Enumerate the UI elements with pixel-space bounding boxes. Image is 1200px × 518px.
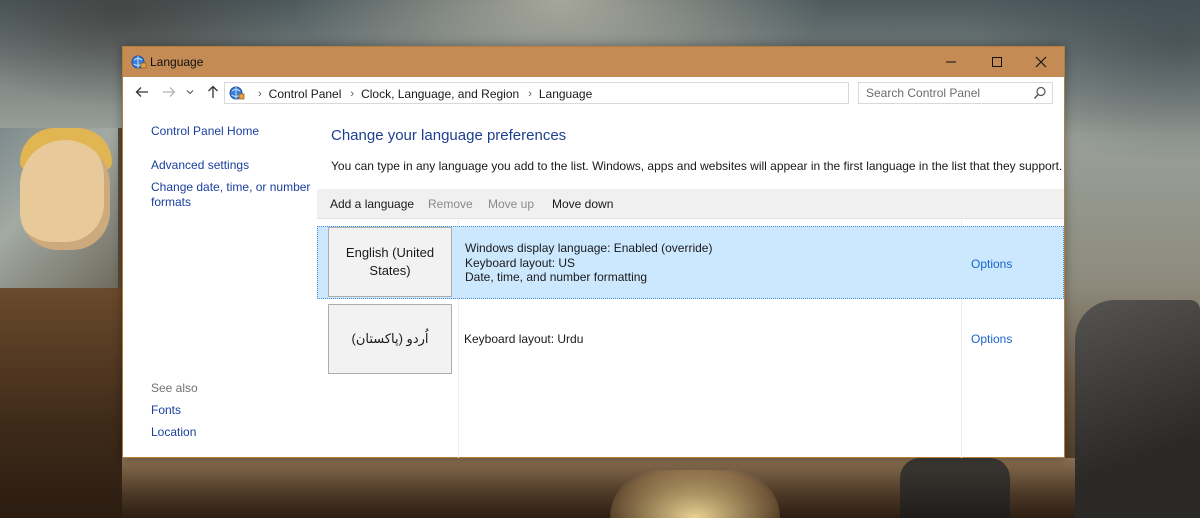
title-bar[interactable]: Language (123, 47, 1064, 77)
search-input[interactable] (859, 83, 1029, 103)
language-tile-urdu[interactable]: اُردو (پاکستان) (328, 304, 452, 374)
arrow-right-icon (163, 87, 176, 97)
recent-locations-button[interactable] (184, 83, 196, 101)
control-panel-icon (229, 86, 245, 100)
language-tile-english[interactable]: English (United States) (328, 227, 452, 297)
search-box (858, 82, 1053, 104)
language-detail-line: Date, time, and number formatting (465, 270, 648, 284)
close-icon (1035, 56, 1047, 68)
advanced-settings-link[interactable]: Advanced settings (151, 158, 311, 173)
breadcrumb-control-panel[interactable]: Control Panel (269, 87, 342, 101)
control-panel-home-link[interactable]: Control Panel Home (151, 124, 311, 139)
change-date-time-formats-link[interactable]: Change date, time, or number formats (151, 180, 311, 210)
move-down-button[interactable]: Move down (552, 197, 613, 211)
arrow-up-icon (208, 85, 218, 98)
language-globe-icon (131, 55, 147, 69)
language-row-urdu[interactable]: اُردو (پاکستان) Keyboard layout: Urdu Op… (317, 304, 1064, 378)
location-link[interactable]: Location (151, 425, 311, 440)
minimize-button[interactable] (928, 47, 974, 77)
remove-button[interactable]: Remove (428, 197, 473, 211)
language-details-english: Windows display language: Enabled (overr… (465, 241, 712, 285)
left-pane: Control Panel Home Advanced settings Cha… (123, 108, 317, 458)
close-button[interactable] (1018, 47, 1064, 77)
breadcrumb-language[interactable]: Language (539, 87, 592, 101)
maximize-button[interactable] (974, 47, 1020, 77)
address-bar[interactable]: › Control Panel › Clock, Language, and R… (224, 82, 945, 104)
see-also-heading: See also (151, 381, 198, 395)
maximize-icon (992, 57, 1002, 67)
language-detail-line: Keyboard layout: Urdu (464, 332, 584, 346)
wallpaper-rubble (0, 288, 122, 518)
page-description: You can type in any language you add to … (331, 159, 1063, 173)
breadcrumb-separator-icon: › (258, 88, 262, 100)
language-list: English (United States) Windows display … (317, 220, 1064, 458)
chevron-down-icon (186, 90, 194, 95)
back-button[interactable] (133, 83, 151, 101)
breadcrumb-separator-icon: › (528, 88, 532, 100)
navigation-bar: › Control Panel › Clock, Language, and R… (123, 77, 1064, 108)
breadcrumb-clock-language-region[interactable]: Clock, Language, and Region (361, 87, 519, 101)
minimize-icon (946, 61, 956, 63)
move-up-button[interactable]: Move up (488, 197, 534, 211)
language-row-english[interactable]: English (United States) Windows display … (317, 226, 1064, 299)
page-title: Change your language preferences (331, 127, 567, 144)
breadcrumb: › Control Panel › Clock, Language, and R… (249, 87, 592, 101)
language-detail-line: Windows display language: Enabled (overr… (465, 241, 713, 255)
language-detail-line: Keyboard layout: US (465, 255, 576, 270)
forward-button[interactable] (160, 83, 178, 101)
language-toolbar: Add a language Remove Move up Move down (317, 189, 1064, 219)
wallpaper-figure (20, 140, 110, 250)
add-language-button[interactable]: Add a language (330, 197, 414, 211)
up-button[interactable] (204, 83, 222, 101)
language-details-urdu: Keyboard layout: Urdu (464, 332, 583, 347)
language-window: Language › Control Panel › Clock, Langua… (122, 46, 1065, 458)
options-link-urdu[interactable]: Options (971, 332, 1012, 346)
arrow-left-icon (135, 87, 148, 97)
window-title: Language (150, 55, 204, 69)
breadcrumb-separator-icon: › (350, 88, 355, 100)
fonts-link[interactable]: Fonts (151, 403, 311, 418)
wallpaper-robot (900, 458, 1010, 518)
wallpaper-sun (610, 470, 780, 518)
search-icon[interactable] (1033, 86, 1047, 100)
options-link-english[interactable]: Options (971, 257, 1012, 271)
wallpaper-armor (1075, 300, 1200, 518)
